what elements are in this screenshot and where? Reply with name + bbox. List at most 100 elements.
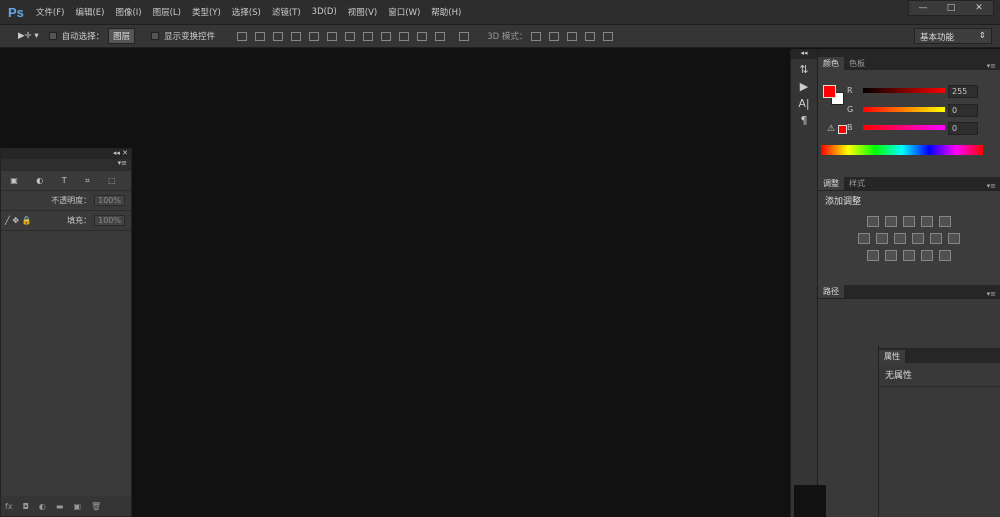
photo-filter-icon[interactable] — [912, 233, 924, 244]
filter-smart-icon[interactable]: ⬚ — [108, 176, 116, 185]
panel-dock-icons: ◂◂ ⇅ ▶ A| ¶ — [790, 49, 818, 517]
collapse-icon[interactable]: ◂◂ — [791, 49, 817, 59]
menu-file[interactable]: 文件(F) — [36, 6, 65, 18]
color-balance-icon[interactable] — [876, 233, 888, 244]
actions-icon[interactable]: ▶ — [791, 80, 817, 93]
tab-properties[interactable]: 属性 — [879, 350, 905, 363]
align-right-icon[interactable] — [327, 31, 338, 41]
distribute-vcenter-icon[interactable] — [363, 31, 374, 41]
b-input[interactable]: 0 — [948, 122, 978, 135]
menu-3d[interactable]: 3D(D) — [312, 7, 337, 17]
folder-icon[interactable]: ▬ — [56, 502, 64, 511]
panel-menu-icon[interactable]: ▾≡ — [987, 182, 1000, 190]
menu-filter[interactable]: 滤镜(T) — [272, 6, 301, 18]
fill-input[interactable]: 100% — [94, 215, 125, 226]
tab-swatches[interactable]: 色板 — [844, 57, 870, 70]
gradient-map-icon[interactable] — [939, 250, 951, 261]
levels-icon[interactable] — [885, 216, 897, 227]
menu-select[interactable]: 选择(S) — [232, 6, 261, 18]
selective-color-icon[interactable] — [921, 250, 933, 261]
adjustment-layer-icon[interactable]: ◐ — [39, 502, 46, 511]
mask-icon[interactable]: ◘ — [23, 502, 29, 511]
panel-menu-icon[interactable]: ▾≡ — [987, 62, 1000, 70]
close-button[interactable]: ✕ — [965, 1, 993, 15]
properties-tabs: 属性 — [879, 348, 1000, 363]
3d-scale-icon[interactable] — [603, 31, 614, 41]
distribute-top-icon[interactable] — [345, 31, 356, 41]
fx-icon[interactable]: fx — [5, 502, 13, 511]
auto-select-label: 自动选择： — [61, 32, 105, 42]
history-icon[interactable]: ⇅ — [791, 63, 817, 76]
3d-roll-icon[interactable] — [549, 31, 560, 41]
opacity-input[interactable]: 100% — [94, 195, 125, 206]
menu-type[interactable]: 类型(Y) — [192, 6, 221, 18]
show-transform-checkbox[interactable] — [151, 32, 160, 40]
vibrance-icon[interactable] — [939, 216, 951, 227]
opacity-row: 不透明度： 100% — [1, 191, 131, 211]
menu-view[interactable]: 视图(V) — [348, 6, 377, 18]
tab-color[interactable]: 颜色 — [818, 57, 844, 70]
add-adjustment-title: 添加调整 — [825, 197, 862, 207]
filter-shape-icon[interactable]: ⌗ — [85, 176, 90, 186]
3d-slide-icon[interactable] — [585, 31, 596, 41]
filter-adjust-icon[interactable]: ◐ — [36, 176, 43, 185]
paragraph-icon[interactable]: ¶ — [791, 114, 817, 127]
filter-pixel-icon[interactable]: ▣ — [10, 176, 18, 185]
gamut-warning-icon[interactable]: ⚠ — [827, 124, 835, 134]
new-layer-icon[interactable]: ▣ — [73, 502, 81, 511]
brightness-icon[interactable] — [867, 216, 879, 227]
gamut-color-swatch[interactable] — [838, 125, 847, 134]
invert-icon[interactable] — [867, 250, 879, 261]
panel-menu-icon[interactable]: ▾≡ — [987, 290, 1000, 298]
align-top-icon[interactable] — [237, 31, 248, 41]
color-ramp[interactable] — [821, 145, 983, 155]
menu-help[interactable]: 帮助(H) — [431, 6, 461, 18]
exposure-icon[interactable] — [921, 216, 933, 227]
r-slider[interactable] — [863, 88, 945, 93]
hue-saturation-icon[interactable] — [858, 233, 870, 244]
minimize-button[interactable]: — — [909, 1, 937, 15]
tab-paths[interactable]: 路径 — [818, 285, 844, 298]
g-slider[interactable] — [863, 107, 945, 112]
menu-image[interactable]: 图像(I) — [115, 6, 141, 18]
panel-menu-icon[interactable]: ▾≡ — [1, 159, 131, 171]
character-icon[interactable]: A| — [791, 97, 817, 110]
distribute-right-icon[interactable] — [435, 31, 446, 41]
tab-adjustments[interactable]: 调整 — [818, 177, 844, 190]
g-input[interactable]: 0 — [948, 104, 978, 117]
align-hcenter-icon[interactable] — [309, 31, 320, 41]
distribute-hcenter-icon[interactable] — [417, 31, 428, 41]
posterize-icon[interactable] — [885, 250, 897, 261]
align-bottom-icon[interactable] — [273, 31, 284, 41]
curves-icon[interactable] — [903, 216, 915, 227]
workspace-dropdown[interactable]: 基本功能 ⇕ — [914, 28, 992, 44]
menu-layer[interactable]: 图层(L) — [153, 6, 181, 18]
align-left-icon[interactable] — [291, 31, 302, 41]
3d-rotate-icon[interactable] — [531, 31, 542, 41]
tab-styles[interactable]: 样式 — [844, 177, 870, 190]
menu-edit[interactable]: 编辑(E) — [75, 6, 104, 18]
auto-select-dropdown[interactable]: 图层 — [108, 28, 136, 44]
align-vcenter-icon[interactable] — [255, 31, 266, 41]
threshold-icon[interactable] — [903, 250, 915, 261]
adjustments-panel: 添加调整 — [818, 190, 1000, 285]
color-lookup-icon[interactable] — [948, 233, 960, 244]
auto-align-icon[interactable] — [459, 31, 470, 41]
3d-pan-icon[interactable] — [567, 31, 578, 41]
panel-collapse-icon[interactable]: ◂◂ ✕ — [1, 149, 131, 159]
lock-icons[interactable]: ╱ ✥ 🔒 — [1, 216, 32, 225]
maximize-button[interactable]: □ — [937, 1, 965, 15]
distribute-left-icon[interactable] — [399, 31, 410, 41]
b-slider[interactable] — [863, 125, 945, 130]
foreground-color-swatch[interactable] — [823, 85, 836, 98]
trash-icon[interactable]: 🗑 — [91, 502, 101, 511]
channel-mixer-icon[interactable] — [930, 233, 942, 244]
auto-select-checkbox[interactable] — [48, 32, 57, 40]
move-tool-preset[interactable]: ▶✛ ▾ — [18, 31, 39, 41]
r-input[interactable]: 255 — [948, 85, 978, 98]
window-controls: — □ ✕ — [908, 0, 994, 16]
black-white-icon[interactable] — [894, 233, 906, 244]
filter-type-icon[interactable]: T — [62, 176, 67, 185]
menu-window[interactable]: 窗口(W) — [388, 6, 420, 18]
distribute-bottom-icon[interactable] — [381, 31, 392, 41]
